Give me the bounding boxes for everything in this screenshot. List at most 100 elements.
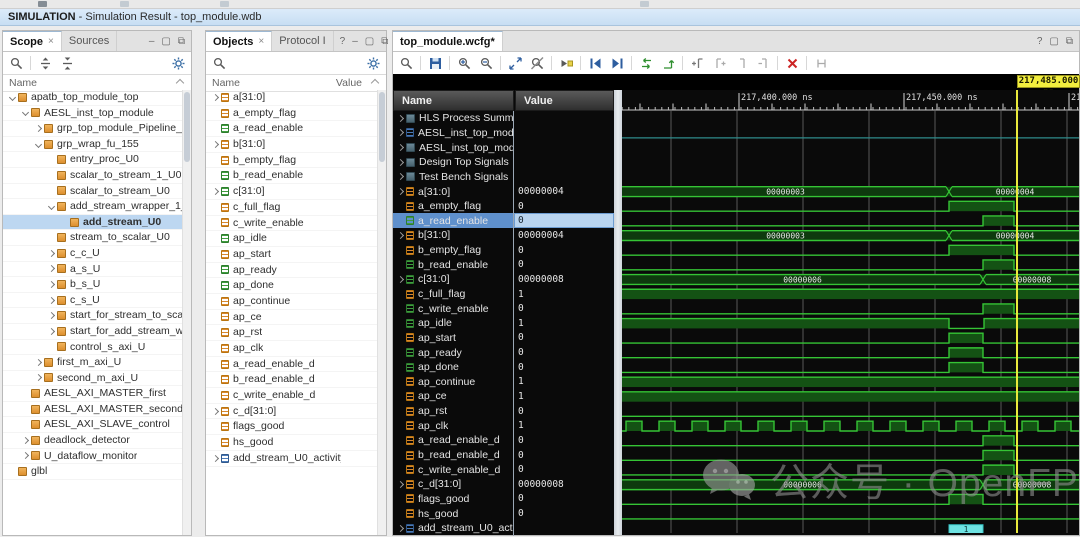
tab-protocol[interactable]: Protocol I bbox=[272, 31, 333, 51]
search-icon[interactable] bbox=[398, 55, 414, 71]
object-item-b[31:0][interactable]: b[31:0] bbox=[206, 137, 378, 153]
scope-tree-item-grp_wrap_fu_155[interactable]: grp_wrap_fu_155 bbox=[3, 137, 183, 153]
scope-tree-item-first_m_axi_U[interactable]: first_m_axi_U bbox=[3, 355, 183, 371]
scope-scrollbar[interactable] bbox=[182, 90, 191, 535]
wave-row-ap_continue[interactable]: ap_continue1 bbox=[393, 375, 614, 390]
scope-tree-item-c_c_U[interactable]: c_c_U bbox=[3, 246, 183, 262]
wave-row-ap_ready[interactable]: ap_ready0 bbox=[393, 345, 614, 360]
expand-arrow-icon[interactable] bbox=[48, 312, 55, 319]
wave-signal-name[interactable]: ap_rst bbox=[393, 404, 514, 419]
expand-arrow-icon[interactable] bbox=[48, 265, 55, 272]
goto-cursor-icon[interactable] bbox=[660, 55, 676, 71]
object-item-c_full_flag[interactable]: c_full_flag bbox=[206, 200, 378, 216]
wave-signal-name[interactable]: ap_continue bbox=[393, 375, 514, 390]
wave-plot-area[interactable]: 217,400.000 ns217,450.000 ns217 00000003… bbox=[622, 90, 1079, 533]
object-item-a_read_enable_d[interactable]: a_read_enable_d bbox=[206, 357, 378, 373]
marker-next-icon[interactable] bbox=[711, 55, 727, 71]
marker-prev-icon[interactable] bbox=[733, 55, 749, 71]
wave-signal-name[interactable]: AESL_inst_top_module bbox=[393, 140, 514, 155]
wave-row-ap_start[interactable]: ap_start0 bbox=[393, 331, 614, 346]
snap-to-transition-icon[interactable] bbox=[813, 55, 829, 71]
object-item-b_empty_flag[interactable]: b_empty_flag bbox=[206, 153, 378, 169]
object-item-c[31:0][interactable]: c[31:0] bbox=[206, 184, 378, 200]
expand-arrow-icon[interactable] bbox=[35, 125, 42, 132]
float-icon[interactable]: ⧉ bbox=[381, 36, 388, 47]
add-marker-icon[interactable] bbox=[689, 55, 705, 71]
expand-arrow-icon[interactable] bbox=[35, 359, 42, 366]
scope-tree-item-add_stream_U0[interactable]: add_stream_U0 bbox=[3, 215, 183, 231]
object-item-a[31:0][interactable]: a[31:0] bbox=[206, 90, 378, 106]
save-icon[interactable] bbox=[427, 55, 443, 71]
expand-arrow-icon[interactable] bbox=[48, 250, 55, 257]
column-resize-sash[interactable] bbox=[614, 90, 622, 535]
close-tab-icon[interactable]: × bbox=[48, 36, 54, 47]
object-item-ap_done[interactable]: ap_done bbox=[206, 278, 378, 294]
minimize-icon[interactable]: – bbox=[352, 36, 358, 47]
wave-row-b_read_enable[interactable]: b_read_enable0 bbox=[393, 257, 614, 272]
wave-row-ap_done[interactable]: ap_done0 bbox=[393, 360, 614, 375]
wave-row-b_read_enable_d[interactable]: b_read_enable_d0 bbox=[393, 448, 614, 463]
close-tab-icon[interactable]: × bbox=[258, 36, 264, 47]
object-item-add_stream_U0_activity[interactable]: add_stream_U0_activity bbox=[206, 451, 378, 467]
tab-scope[interactable]: Scope× bbox=[3, 31, 62, 51]
wave-row-c[31:0][interactable]: c[31:0]00000008 bbox=[393, 272, 614, 287]
wave-signal-name[interactable]: ap_clk bbox=[393, 418, 514, 433]
object-item-hs_good[interactable]: hs_good bbox=[206, 435, 378, 451]
object-item-a_empty_flag[interactable]: a_empty_flag bbox=[206, 106, 378, 122]
scope-tree-item-U_dataflow_monitor[interactable]: U_dataflow_monitor bbox=[3, 449, 183, 465]
scope-tree-item-add_stream_wrapper_1_U0[interactable]: add_stream_wrapper_1_U0 bbox=[3, 199, 183, 215]
object-item-c_write_enable[interactable]: c_write_enable bbox=[206, 216, 378, 232]
maximize-icon[interactable]: ▢ bbox=[1049, 36, 1058, 47]
object-item-ap_clk[interactable]: ap_clk bbox=[206, 341, 378, 357]
wave-signal-name[interactable]: add_stream_U0_activity bbox=[393, 521, 514, 536]
float-icon[interactable]: ⧉ bbox=[1066, 36, 1073, 47]
scope-tree-item-scalar_to_stream_U0[interactable]: scalar_to_stream_U0 bbox=[3, 184, 183, 200]
objects-scrollbar[interactable] bbox=[377, 90, 386, 535]
wave-row-a_read_enable_d[interactable]: a_read_enable_d0 bbox=[393, 433, 614, 448]
expand-arrow-icon[interactable] bbox=[22, 452, 29, 459]
expand-arrow-icon[interactable] bbox=[397, 144, 404, 151]
wave-signal-name[interactable]: HLS Process Summary bbox=[393, 111, 514, 126]
wave-signal-name[interactable]: ap_idle bbox=[393, 316, 514, 331]
wave-value-column-header[interactable]: Value bbox=[515, 90, 614, 111]
wave-row-hs_good[interactable]: hs_good0 bbox=[393, 506, 614, 521]
wave-signal-name[interactable]: a_read_enable bbox=[393, 213, 514, 228]
wave-row-AESL_inst_top_module_activity[interactable]: AESL_inst_top_module_activity bbox=[393, 126, 614, 141]
wave-signal-name[interactable]: ap_ce bbox=[393, 389, 514, 404]
settings-icon[interactable] bbox=[170, 55, 186, 71]
wave-row-b_empty_flag[interactable]: b_empty_flag0 bbox=[393, 243, 614, 258]
object-item-ap_start[interactable]: ap_start bbox=[206, 247, 378, 263]
object-item-c_d[31:0][interactable]: c_d[31:0] bbox=[206, 404, 378, 420]
scope-tree-item-c_s_U[interactable]: c_s_U bbox=[3, 293, 183, 309]
collapse-arrow-icon[interactable] bbox=[35, 141, 42, 148]
wave-row-a_empty_flag[interactable]: a_empty_flag0 bbox=[393, 199, 614, 214]
scope-tree-item-apatb_top_module_top[interactable]: apatb_top_module_top bbox=[3, 90, 183, 106]
expand-arrow-icon[interactable] bbox=[212, 141, 219, 148]
object-item-flags_good[interactable]: flags_good bbox=[206, 419, 378, 435]
tab-sources[interactable]: Sources bbox=[62, 31, 117, 51]
wave-row-ap_idle[interactable]: ap_idle1 bbox=[393, 316, 614, 331]
expand-arrow-icon[interactable] bbox=[397, 276, 404, 283]
object-item-b_read_enable[interactable]: b_read_enable bbox=[206, 168, 378, 184]
wave-signal-name[interactable]: c[31:0] bbox=[393, 272, 514, 287]
wave-row-Test Bench Signals[interactable]: Test Bench Signals bbox=[393, 170, 614, 185]
expand-arrow-icon[interactable] bbox=[35, 374, 42, 381]
wave-row-ap_rst[interactable]: ap_rst0 bbox=[393, 404, 614, 419]
expand-arrow-icon[interactable] bbox=[212, 408, 219, 415]
scope-tree-item-start_for_add_stream_wrapper[interactable]: start_for_add_stream_wrapper bbox=[3, 324, 183, 340]
expand-arrow-icon[interactable] bbox=[212, 188, 219, 195]
tab-objects[interactable]: Objects× bbox=[206, 31, 272, 51]
object-item-ap_rst[interactable]: ap_rst bbox=[206, 325, 378, 341]
wave-row-ap_ce[interactable]: ap_ce1 bbox=[393, 389, 614, 404]
wave-signal-name[interactable]: flags_good bbox=[393, 492, 514, 507]
wave-signal-name[interactable]: c_d[31:0] bbox=[393, 477, 514, 492]
expand-arrow-icon[interactable] bbox=[397, 188, 404, 195]
scope-tree-item-deadlock_detector[interactable]: deadlock_detector bbox=[3, 433, 183, 449]
expand-arrow-icon[interactable] bbox=[212, 94, 219, 101]
wave-row-a[31:0][interactable]: a[31:0]00000004 bbox=[393, 184, 614, 199]
minimize-icon[interactable]: – bbox=[149, 36, 155, 47]
expand-arrow-icon[interactable] bbox=[48, 328, 55, 335]
time-ruler[interactable]: 217,400.000 ns217,450.000 ns217 bbox=[622, 90, 1079, 111]
collapse-arrow-icon[interactable] bbox=[22, 109, 29, 116]
maximize-icon[interactable]: ▢ bbox=[365, 36, 374, 47]
